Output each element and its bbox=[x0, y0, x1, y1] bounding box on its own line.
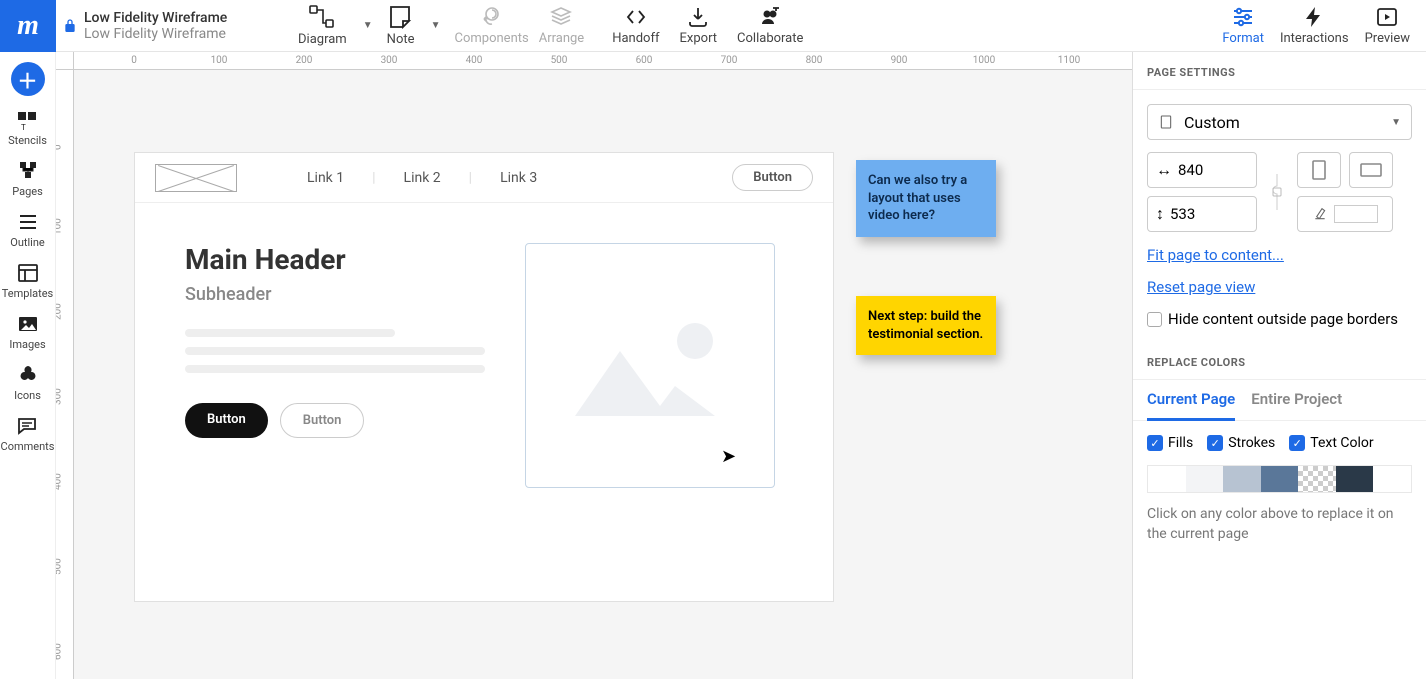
landscape-button[interactable] bbox=[1349, 152, 1393, 188]
wireframe-hero: Main Header Subheader Button Button bbox=[135, 203, 833, 528]
lock-icon[interactable] bbox=[56, 18, 84, 34]
tab-entire-project[interactable]: Entire Project bbox=[1251, 380, 1342, 420]
color-swatch[interactable] bbox=[1261, 466, 1299, 492]
height-input[interactable]: ↕ bbox=[1147, 196, 1257, 232]
secondary-cta-button[interactable]: Button bbox=[280, 403, 365, 438]
aspect-lock-icon[interactable] bbox=[1265, 172, 1289, 212]
reset-view-link[interactable]: Reset page view bbox=[1147, 278, 1412, 296]
diagram-dropdown-icon[interactable]: ▼ bbox=[363, 20, 373, 31]
sidebar-outline[interactable]: Outline bbox=[10, 210, 45, 249]
document-titles: Low Fidelity Wireframe Low Fidelity Wire… bbox=[84, 10, 284, 42]
tab-current-page[interactable]: Current Page bbox=[1147, 380, 1235, 421]
portrait-button[interactable] bbox=[1297, 152, 1341, 188]
sidebar-templates[interactable]: Templates bbox=[2, 261, 53, 300]
sidebar-pages[interactable]: Pages bbox=[12, 159, 43, 198]
image-placeholder[interactable] bbox=[525, 243, 775, 488]
app-logo[interactable]: m bbox=[0, 0, 56, 52]
color-swatch[interactable] bbox=[1186, 466, 1224, 492]
note-dropdown-icon[interactable]: ▼ bbox=[431, 20, 441, 31]
preview-button[interactable]: Preview bbox=[1357, 5, 1418, 46]
collaborate-tool[interactable]: Collaborate bbox=[723, 5, 817, 46]
interactions-panel-button[interactable]: Interactions bbox=[1272, 5, 1357, 46]
hide-content-checkbox[interactable] bbox=[1147, 312, 1162, 327]
nav-link-3[interactable]: Link 3 bbox=[500, 170, 537, 186]
main-header-text[interactable]: Main Header bbox=[185, 243, 485, 276]
handoff-tool[interactable]: Handoff bbox=[598, 5, 673, 46]
sidebar-icons[interactable]: Icons bbox=[14, 363, 41, 402]
arrange-tool[interactable]: Arrange bbox=[525, 5, 598, 46]
color-swatches bbox=[1147, 465, 1412, 493]
strokes-checkbox[interactable]: ✓ bbox=[1207, 435, 1223, 451]
horizontal-ruler[interactable]: 010020030040050060070080090010001100 bbox=[74, 52, 1132, 70]
page-icon bbox=[1158, 114, 1174, 130]
page-title[interactable]: Low Fidelity Wireframe bbox=[84, 26, 278, 42]
wireframe-page[interactable]: Link 1 | Link 2 | Link 3 Button Main Hea… bbox=[134, 152, 834, 602]
color-swatch[interactable] bbox=[1373, 466, 1411, 492]
replace-colors-heading: REPLACE COLORS bbox=[1133, 342, 1426, 380]
top-toolbar: m Low Fidelity Wireframe Low Fidelity Wi… bbox=[0, 0, 1426, 52]
replace-color-help: Click on any color above to replace it o… bbox=[1133, 493, 1426, 556]
color-swatch[interactable] bbox=[1148, 466, 1186, 492]
left-sidebar: ＋ T Stencils Pages Outline Templates Ima… bbox=[0, 52, 56, 679]
format-panel-button[interactable]: Format bbox=[1214, 5, 1272, 46]
sidebar-comments[interactable]: Comments bbox=[1, 414, 55, 453]
diagram-tool[interactable]: Diagram bbox=[284, 4, 361, 47]
hide-content-label: Hide content outside page borders bbox=[1168, 310, 1398, 328]
right-panel: PAGE SETTINGS Custom ▼ ↔ bbox=[1132, 52, 1426, 679]
color-swatch[interactable] bbox=[1223, 466, 1261, 492]
text-color-checkbox[interactable]: ✓ bbox=[1289, 435, 1305, 451]
cursor-icon: ➤ bbox=[721, 446, 736, 467]
export-tool[interactable]: Export bbox=[674, 5, 724, 46]
color-swatch[interactable] bbox=[1336, 466, 1374, 492]
color-swatch[interactable] bbox=[1298, 466, 1336, 492]
page-preset-select[interactable]: Custom ▼ bbox=[1147, 104, 1412, 140]
wireframe-nav: Link 1 | Link 2 | Link 3 Button bbox=[135, 153, 833, 203]
nav-link-2[interactable]: Link 2 bbox=[404, 170, 441, 186]
width-icon: ↔ bbox=[1156, 160, 1172, 180]
nav-button[interactable]: Button bbox=[732, 164, 813, 191]
fills-checkbox[interactable]: ✓ bbox=[1147, 435, 1163, 451]
height-icon: ↕ bbox=[1156, 204, 1164, 224]
fit-page-link[interactable]: Fit page to content... bbox=[1147, 246, 1412, 264]
vertical-ruler[interactable]: 0100200300400500600 bbox=[56, 70, 74, 679]
width-input[interactable]: ↔ bbox=[1147, 152, 1257, 188]
sticky-note-blue[interactable]: Can we also try a layout that uses video… bbox=[856, 160, 996, 237]
sidebar-images[interactable]: Images bbox=[9, 312, 45, 351]
paragraph-placeholder[interactable] bbox=[185, 329, 485, 373]
canvas[interactable]: 010020030040050060070080090010001100 010… bbox=[56, 52, 1132, 679]
subheader-text[interactable]: Subheader bbox=[185, 284, 485, 305]
project-title[interactable]: Low Fidelity Wireframe bbox=[84, 10, 278, 26]
primary-cta-button[interactable]: Button bbox=[185, 403, 268, 438]
svg-text:T: T bbox=[21, 123, 26, 132]
logo-placeholder[interactable] bbox=[155, 164, 237, 192]
chevron-down-icon: ▼ bbox=[1391, 117, 1401, 128]
sticky-note-yellow[interactable]: Next step: build the testimonial section… bbox=[856, 296, 996, 355]
page-settings-heading: PAGE SETTINGS bbox=[1133, 52, 1426, 90]
background-color-button[interactable] bbox=[1297, 196, 1393, 232]
nav-link-1[interactable]: Link 1 bbox=[307, 170, 344, 186]
note-tool[interactable]: Note bbox=[373, 4, 429, 47]
ruler-origin[interactable] bbox=[56, 52, 74, 70]
add-button[interactable]: ＋ bbox=[11, 62, 45, 96]
sidebar-stencils[interactable]: T Stencils bbox=[8, 108, 47, 147]
